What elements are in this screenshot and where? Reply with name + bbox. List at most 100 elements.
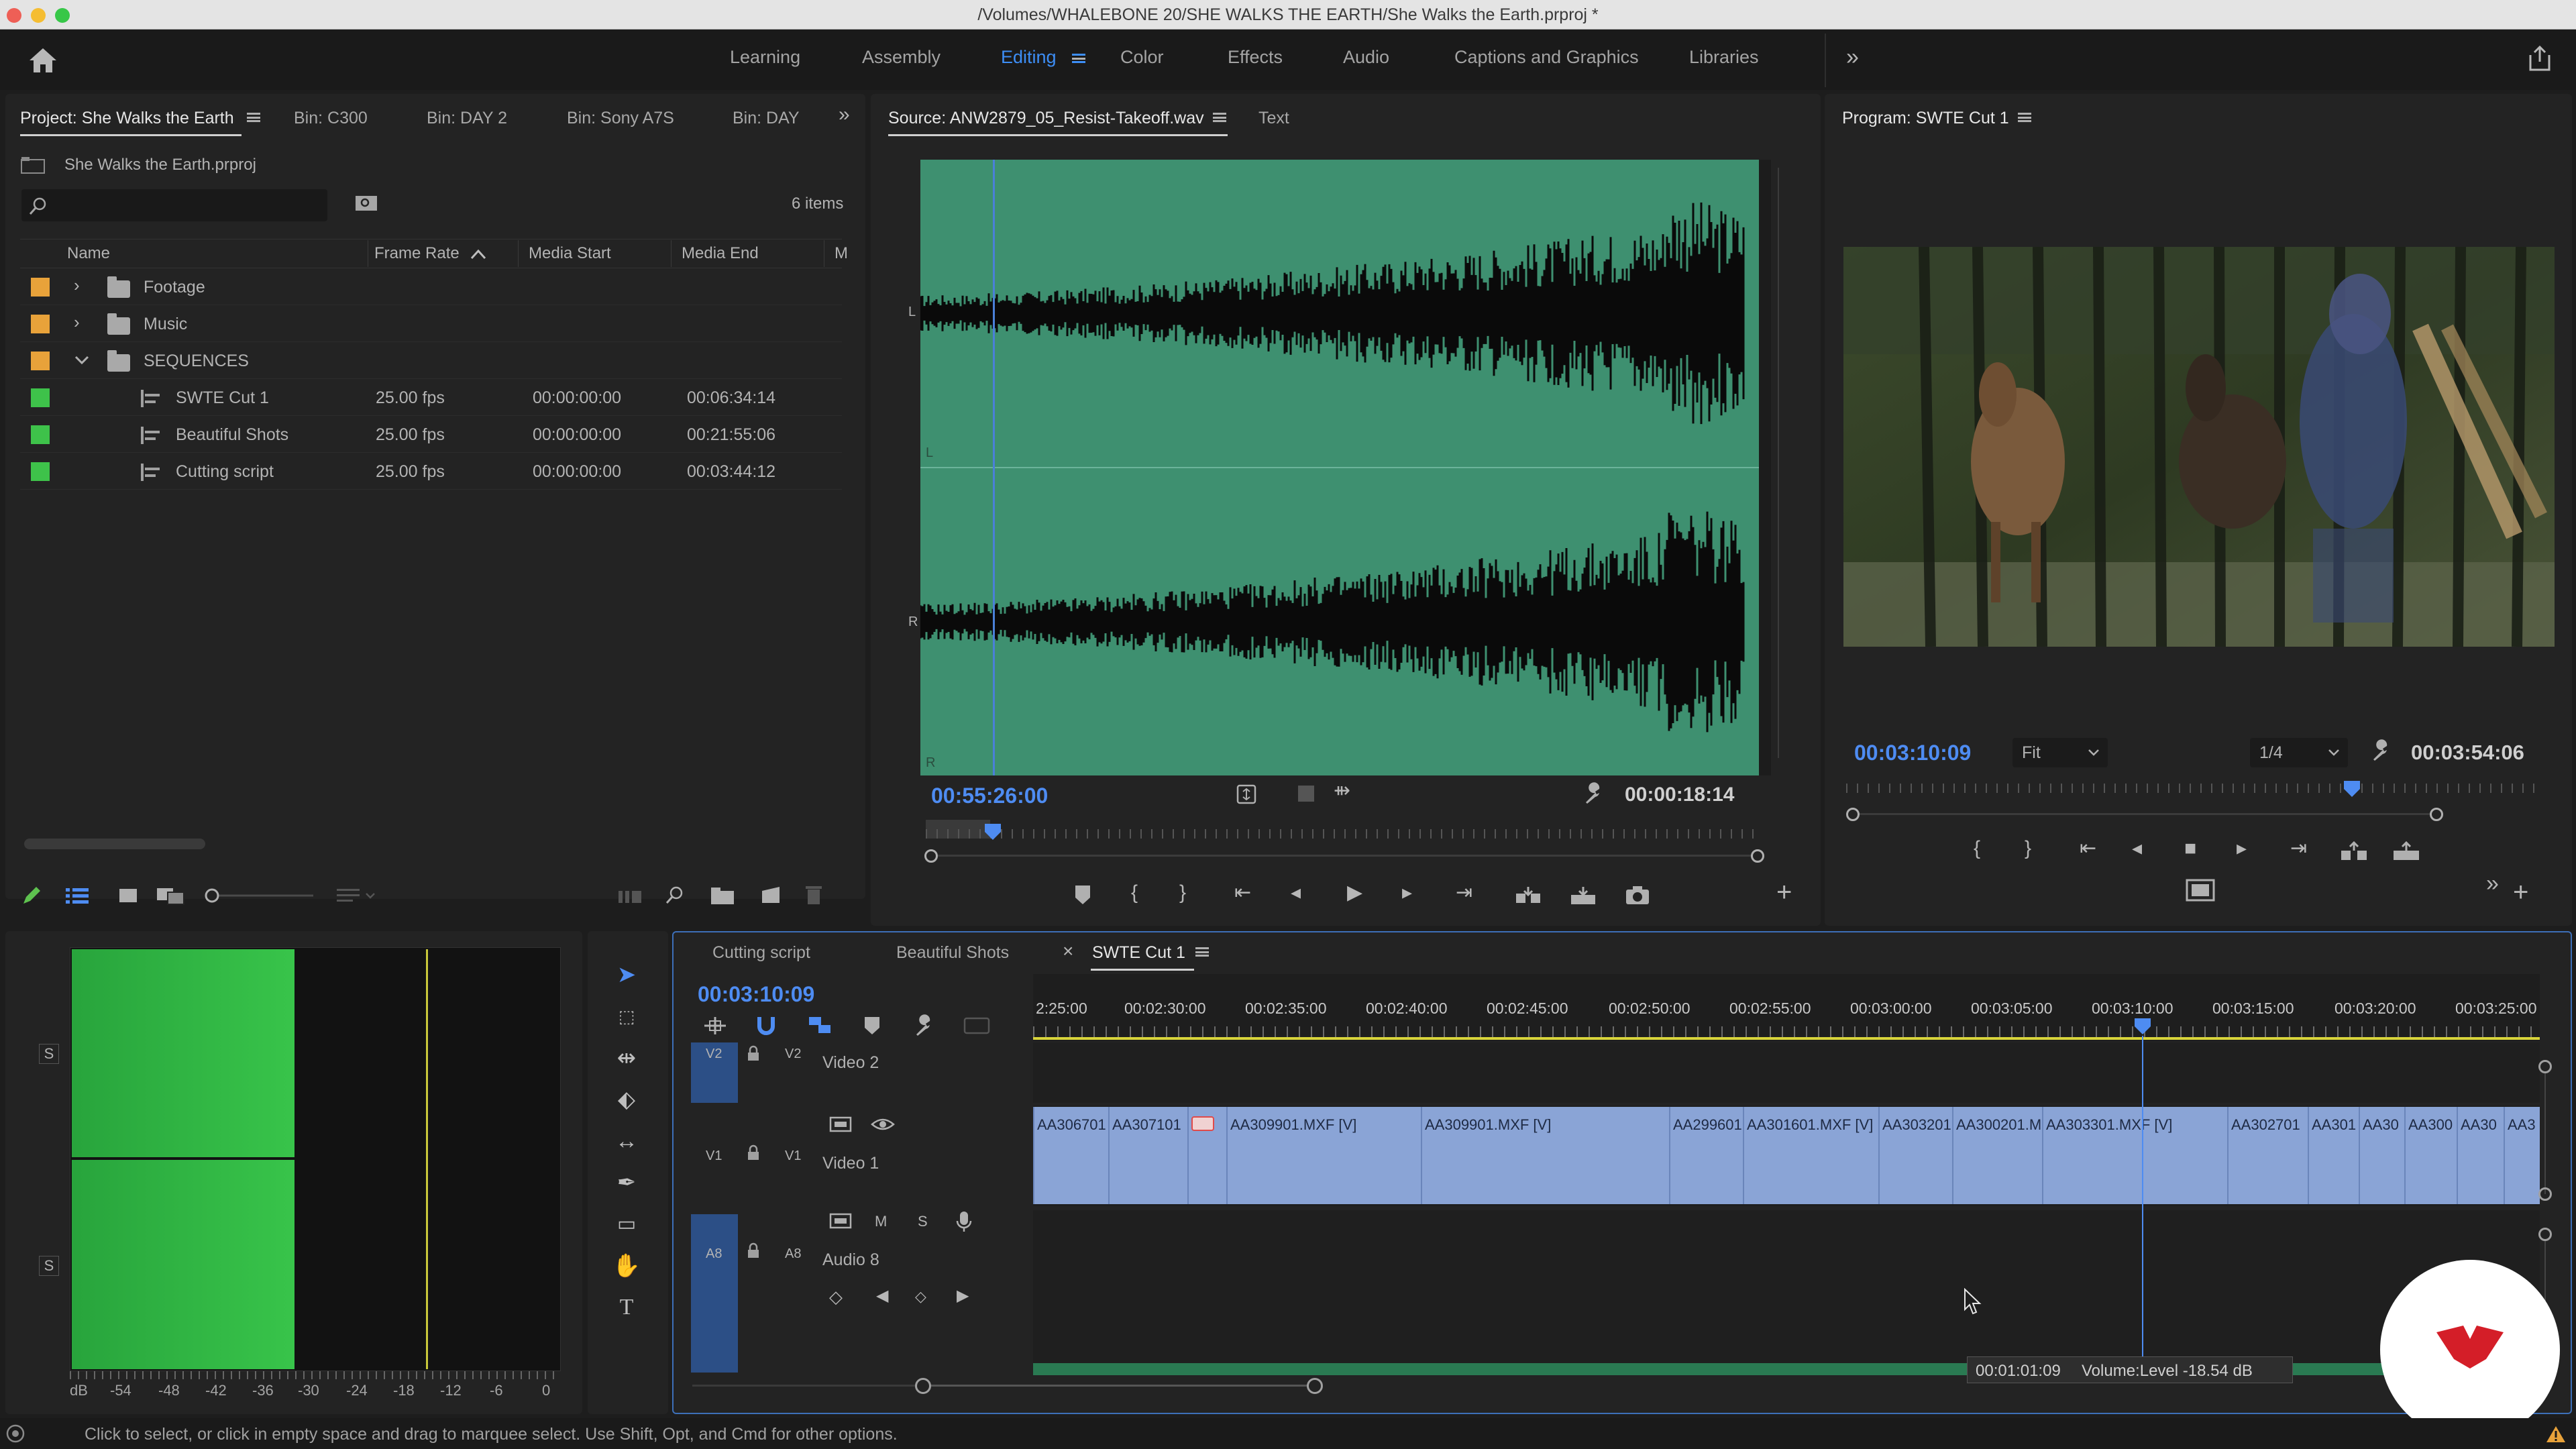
label-color-swatch[interactable] bbox=[31, 462, 50, 481]
table-row[interactable]: Beautiful Shots 25.00 fps 00:00:00:00 00… bbox=[20, 416, 842, 453]
source-patch-a8[interactable] bbox=[691, 1214, 738, 1373]
track-target-v2[interactable]: V2 bbox=[785, 1046, 801, 1062]
pen-tool-icon[interactable]: ✒ bbox=[606, 1166, 647, 1199]
new-bin-icon[interactable] bbox=[710, 885, 735, 906]
workspace-captions-and-graphics[interactable]: Captions and Graphics bbox=[1454, 47, 1639, 68]
timeline-clip[interactable]: AA300 bbox=[2404, 1107, 2457, 1204]
add-keyframe-icon[interactable]: ◇ bbox=[915, 1289, 926, 1304]
mark-in-icon[interactable]: { bbox=[1974, 839, 1980, 859]
chevron-right-icon[interactable]: › bbox=[74, 313, 80, 331]
home-icon[interactable] bbox=[27, 46, 59, 75]
label-color-swatch[interactable] bbox=[31, 315, 50, 333]
tab-swte-cut-1[interactable]: SWTE Cut 1 bbox=[1092, 943, 1185, 963]
new-search-bin-icon[interactable] bbox=[354, 193, 378, 213]
tab-bin-day[interactable]: Bin: DAY bbox=[733, 109, 800, 128]
freeform-view-icon[interactable] bbox=[156, 884, 186, 906]
vertical-scrollbar[interactable] bbox=[2544, 1073, 2546, 1194]
zoom-handle-left[interactable] bbox=[924, 849, 938, 863]
trash-icon[interactable] bbox=[804, 883, 824, 906]
timeline-clip[interactable]: AA300201.M bbox=[1952, 1107, 2042, 1204]
column-media-start[interactable]: Media Start bbox=[529, 244, 611, 263]
wrench-icon[interactable] bbox=[1582, 782, 1606, 806]
extract-icon[interactable] bbox=[2392, 841, 2420, 861]
lock-icon[interactable] bbox=[746, 1045, 761, 1063]
play-icon[interactable]: ▶ bbox=[1347, 883, 1362, 903]
list-view-icon[interactable] bbox=[64, 885, 91, 906]
drag-audio-only-icon[interactable] bbox=[1296, 784, 1316, 804]
insert-icon[interactable] bbox=[1515, 885, 1542, 906]
more-workspaces-icon[interactable]: » bbox=[1846, 46, 1859, 68]
tab-bin-sony-a7s[interactable]: Bin: Sony A7S bbox=[567, 109, 674, 128]
timeline-playhead-marker[interactable] bbox=[2133, 1017, 2152, 1036]
nest-icon[interactable] bbox=[703, 1016, 727, 1036]
sort-icons-icon[interactable] bbox=[335, 885, 378, 906]
list-item[interactable]: SEQUENCES bbox=[20, 342, 842, 379]
next-keyframe-icon[interactable]: ▶ bbox=[957, 1288, 969, 1304]
keyframe-options-icon[interactable]: ◇ bbox=[829, 1288, 843, 1305]
share-icon[interactable] bbox=[2526, 44, 2553, 72]
timeline-menu-icon[interactable] bbox=[1195, 947, 1209, 957]
work-area-bar[interactable] bbox=[1033, 1037, 2540, 1040]
tab-source[interactable]: Source: ANW2879_05_Resist-Takeoff.wav bbox=[888, 109, 1204, 128]
solo-right-button[interactable]: S bbox=[39, 1256, 59, 1276]
timeline-clip[interactable]: AA3 bbox=[2504, 1107, 2540, 1204]
timeline-timecode[interactable]: 00:03:10:09 bbox=[698, 982, 814, 1007]
vertical-zoom-handle[interactable] bbox=[2538, 1060, 2552, 1073]
wrench-icon[interactable] bbox=[2369, 739, 2394, 763]
audio-waveform-display[interactable] bbox=[920, 160, 1771, 775]
timeline-clip[interactable]: AA30 bbox=[2359, 1107, 2404, 1204]
lift-icon[interactable] bbox=[2340, 841, 2368, 861]
zoom-slider[interactable] bbox=[203, 887, 317, 904]
solo-left-button[interactable]: S bbox=[39, 1044, 59, 1064]
editing-menu-icon[interactable] bbox=[1072, 54, 1085, 63]
step-forward-icon[interactable]: ▸ bbox=[2237, 839, 2247, 859]
list-item[interactable]: › Music bbox=[20, 305, 842, 342]
timeline-scroll-thumb[interactable] bbox=[931, 1385, 1315, 1387]
step-back-icon[interactable]: ◂ bbox=[1291, 883, 1301, 903]
timeline-playhead-line[interactable] bbox=[2142, 1036, 2143, 1375]
hand-tool-icon[interactable]: ✋ bbox=[606, 1249, 647, 1283]
go-to-in-icon[interactable]: ⇤ bbox=[2080, 839, 2096, 859]
tab-bin-day2[interactable]: Bin: DAY 2 bbox=[427, 109, 507, 128]
source-timecode[interactable]: 00:55:26:00 bbox=[931, 784, 1048, 808]
step-forward-icon[interactable]: ▸ bbox=[1402, 883, 1412, 903]
column-media-end[interactable]: Media End bbox=[682, 244, 759, 263]
find-icon[interactable] bbox=[664, 884, 687, 907]
workspace-editing[interactable]: Editing bbox=[1001, 47, 1057, 68]
timeline-clip[interactable]: AA301601.MXF [V] bbox=[1743, 1107, 1878, 1204]
ripple-edit-tool-icon[interactable]: ⇹ bbox=[606, 1041, 647, 1075]
automate-to-sequence-icon[interactable] bbox=[617, 887, 644, 906]
track-select-tool-icon[interactable]: ⬚ bbox=[606, 1000, 647, 1033]
add-marker-icon[interactable] bbox=[863, 1016, 881, 1036]
chevron-right-icon[interactable]: › bbox=[74, 276, 80, 294]
workspace-assembly[interactable]: Assembly bbox=[862, 47, 941, 68]
tab-text[interactable]: Text bbox=[1258, 109, 1289, 128]
timeline-clip[interactable]: AA303201 bbox=[1878, 1107, 1952, 1204]
go-to-in-icon[interactable]: ⇤ bbox=[1234, 883, 1251, 903]
source-zoom-scrollbar[interactable] bbox=[1778, 168, 1792, 758]
workspace-color[interactable]: Color bbox=[1120, 47, 1164, 68]
program-playhead-marker[interactable] bbox=[2343, 780, 2361, 798]
new-item-icon[interactable] bbox=[759, 884, 782, 906]
program-time-ruler[interactable] bbox=[1846, 784, 2544, 793]
column-name[interactable]: Name bbox=[67, 244, 110, 263]
tab-project[interactable]: Project: She Walks the Earth bbox=[20, 109, 234, 128]
program-menu-icon[interactable] bbox=[2018, 113, 2031, 122]
rectangle-tool-icon[interactable]: ▭ bbox=[606, 1208, 647, 1241]
track-target-a8[interactable]: A8 bbox=[785, 1246, 801, 1262]
audio-clip[interactable] bbox=[1033, 1363, 2540, 1375]
close-tab-icon[interactable]: × bbox=[1063, 942, 1073, 961]
safe-margins-icon[interactable] bbox=[2186, 879, 2215, 902]
resolution-dropdown[interactable]: 1/4 bbox=[2250, 738, 2348, 767]
sort-ascending-icon[interactable] bbox=[470, 248, 487, 260]
linked-selection-icon[interactable] bbox=[808, 1016, 832, 1036]
track-lane-v2[interactable] bbox=[1033, 1042, 2540, 1103]
track-lane-a8[interactable] bbox=[1033, 1210, 2540, 1375]
timeline-clip[interactable] bbox=[1187, 1107, 1226, 1204]
chevron-down-icon[interactable] bbox=[74, 354, 90, 366]
label-color-swatch[interactable] bbox=[31, 388, 50, 407]
mark-out-icon[interactable]: } bbox=[1179, 883, 1186, 903]
table-row[interactable]: Cutting script 25.00 fps 00:00:00:00 00:… bbox=[20, 453, 842, 490]
add-marker-icon[interactable] bbox=[1073, 884, 1092, 906]
slip-tool-icon[interactable]: ↔ bbox=[606, 1124, 647, 1158]
